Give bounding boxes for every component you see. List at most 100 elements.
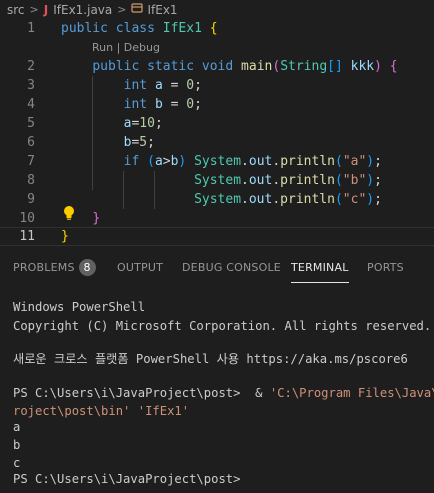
- problems-count-badge: 8: [78, 258, 96, 276]
- code-token: (: [334, 173, 343, 188]
- java-file-icon: J: [43, 2, 49, 17]
- code-token: 0: [186, 97, 195, 112]
- code-token: ): [366, 192, 375, 207]
- code-token: .: [272, 192, 281, 207]
- line-number: 6: [27, 135, 35, 150]
- code-token: println: [280, 192, 335, 207]
- code-token: out: [248, 154, 273, 169]
- code-token: println: [280, 173, 335, 188]
- terminal-line: 새로운 크로스 플랫폼 PowerShell 사용 https://aka.ms…: [13, 350, 408, 369]
- breadcrumb-folder[interactable]: src: [7, 3, 25, 17]
- code-line[interactable]: 1 public class IfEx1 {: [0, 19, 434, 38]
- code-line[interactable]: 5 a=10;: [0, 114, 434, 133]
- code-token: "c": [342, 192, 367, 207]
- code-text: }: [61, 228, 69, 245]
- terminal-output[interactable]: Windows PowerShell Copyright (C) Microsof…: [0, 288, 434, 493]
- code-text: b=5;: [61, 133, 155, 152]
- code-token: 10: [139, 116, 155, 131]
- code-token: System: [194, 173, 242, 188]
- terminal-line: b: [13, 436, 20, 455]
- codelens-run-debug[interactable]: Run | Debug: [92, 38, 160, 57]
- code-token: ): [366, 173, 375, 188]
- indent-guide: [123, 171, 124, 209]
- tab-debug-console[interactable]: DEBUG CONSOLE: [182, 256, 281, 280]
- code-token: System: [194, 192, 242, 207]
- code-token: (: [272, 59, 281, 74]
- code-token: }: [92, 211, 101, 226]
- code-line[interactable]: 8 System.out.println("b");: [0, 171, 434, 190]
- tab-ports[interactable]: PORTS: [367, 256, 404, 280]
- breadcrumb-symbol[interactable]: IfEx1: [131, 2, 178, 17]
- code-text: public class IfEx1 {: [61, 19, 218, 38]
- code-token: public: [61, 21, 108, 36]
- code-line[interactable]: 2 public static void main(String[] kkk) …: [0, 57, 434, 76]
- tab-terminal[interactable]: TERMINAL: [291, 256, 349, 283]
- line-number: 8: [27, 173, 35, 188]
- code-text: System.out.println("b");: [61, 171, 382, 190]
- code-token: []: [327, 59, 343, 74]
- code-token: println: [280, 154, 335, 169]
- terminal-text: Copyright (C) Microsoft Corporation. All…: [13, 319, 432, 333]
- tab-problems[interactable]: PROBLEMS 8: [13, 256, 96, 280]
- code-line[interactable]: 11}: [0, 227, 434, 246]
- chevron-right-icon: >: [117, 3, 127, 16]
- terminal-line: Copyright (C) Microsoft Corporation. All…: [13, 317, 431, 336]
- terminal-text: roject\post\bin': [13, 404, 131, 418]
- terminal-text: 'IfEx1': [137, 404, 190, 418]
- code-token: b: [154, 97, 163, 112]
- code-token: ): [374, 59, 382, 74]
- terminal-text: a: [13, 420, 21, 434]
- code-token: .: [241, 192, 249, 207]
- terminal-line: a: [13, 418, 20, 437]
- code-token: int: [123, 97, 148, 112]
- code-text: int b = 0;: [61, 95, 202, 114]
- code-text: public static void main(String[] kkk) {: [61, 57, 398, 76]
- code-line[interactable]: 7 if (a>b) System.out.println("a");: [0, 152, 434, 171]
- breadcrumb-file[interactable]: J IfEx1.java: [44, 3, 113, 17]
- lightbulb-icon[interactable]: [62, 205, 76, 221]
- terminal-text: 'C:\Program Files\Java\jd: [269, 386, 434, 400]
- code-token: ;: [194, 78, 202, 93]
- code-token: a: [154, 154, 163, 169]
- code-line[interactable]: 4 int b = 0;: [0, 95, 434, 114]
- code-token: ;: [374, 154, 382, 169]
- code-line[interactable]: 3 int a = 0;: [0, 76, 434, 95]
- code-token: (: [147, 154, 155, 169]
- code-token: "b": [342, 173, 367, 188]
- tab-output[interactable]: OUTPUT: [117, 256, 163, 280]
- code-token: String: [280, 59, 328, 74]
- code-token: .: [241, 173, 249, 188]
- code-token: ;: [374, 192, 382, 207]
- code-token: }: [61, 229, 69, 244]
- terminal-text: PS C:\Users\i\JavaProject\post>: [13, 472, 248, 486]
- code-token: int: [123, 78, 148, 93]
- panel-tabs: PROBLEMS 8 OUTPUT DEBUG CONSOLE TERMINAL …: [0, 256, 434, 283]
- code-token: a: [154, 78, 163, 93]
- code-token: (: [334, 192, 343, 207]
- terminal-text: b: [13, 438, 21, 452]
- line-number: 2: [27, 59, 35, 74]
- code-line[interactable]: 6 b=5;: [0, 133, 434, 152]
- code-token: (: [334, 154, 343, 169]
- code-editor[interactable]: 1 public class IfEx1 { 2 public static voi…: [0, 19, 434, 248]
- terminal-text: c: [13, 456, 21, 470]
- line-number: 3: [27, 78, 35, 93]
- line-number: 9: [27, 192, 35, 207]
- code-text: int a = 0;: [61, 76, 202, 95]
- code-token: System: [194, 154, 242, 169]
- code-token: kkk: [350, 59, 375, 74]
- code-token: {: [389, 59, 398, 74]
- breadcrumb: src > J IfEx1.java > IfEx1: [0, 0, 434, 19]
- chevron-right-icon: >: [29, 3, 39, 16]
